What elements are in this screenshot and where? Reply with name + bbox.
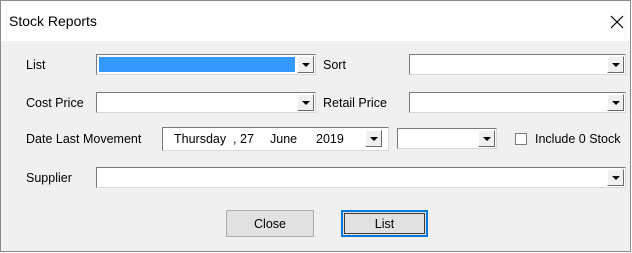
supplier-dropdown-button[interactable] bbox=[607, 169, 624, 186]
chevron-down-icon bbox=[483, 137, 491, 141]
close-button[interactable]: Close bbox=[226, 210, 314, 237]
list-button[interactable]: List bbox=[341, 210, 428, 237]
chevron-down-icon bbox=[370, 137, 378, 141]
date-weekday[interactable]: Thursday bbox=[174, 132, 226, 146]
date-month[interactable]: June bbox=[270, 132, 297, 146]
date-separator: , bbox=[233, 132, 237, 146]
chevron-down-icon bbox=[612, 63, 620, 67]
cost-price-combobox[interactable] bbox=[96, 92, 316, 113]
retail-price-dropdown-button[interactable] bbox=[607, 94, 624, 111]
close-button-label: Close bbox=[254, 216, 286, 231]
supplier-label: Supplier bbox=[26, 171, 72, 185]
date-day[interactable]: 27 bbox=[240, 132, 254, 146]
sort-label: Sort bbox=[323, 58, 346, 72]
date-last-movement-picker[interactable]: Thursday , 27 June 2019 bbox=[162, 127, 389, 151]
retail-price-label: Retail Price bbox=[323, 96, 387, 110]
close-icon[interactable] bbox=[610, 15, 624, 29]
include-zero-stock-checkbox[interactable] bbox=[515, 133, 527, 145]
stock-reports-dialog: Stock Reports List Sort Cost Price Retai… bbox=[0, 0, 631, 252]
list-button-label: List bbox=[374, 216, 395, 231]
date-option-dropdown-button[interactable] bbox=[478, 130, 495, 147]
include-zero-stock-label: Include 0 Stock bbox=[535, 132, 621, 146]
list-selection-highlight bbox=[99, 57, 295, 72]
cost-price-label: Cost Price bbox=[26, 96, 84, 110]
window-title: Stock Reports bbox=[9, 13, 97, 29]
retail-price-combobox[interactable] bbox=[409, 92, 626, 113]
chevron-down-icon bbox=[302, 101, 310, 105]
list-dropdown-button[interactable] bbox=[297, 56, 314, 73]
title-bar: Stock Reports bbox=[1, 1, 630, 41]
supplier-combobox[interactable] bbox=[96, 167, 626, 188]
chevron-down-icon bbox=[302, 63, 310, 67]
chevron-down-icon bbox=[612, 101, 620, 105]
date-option-combobox[interactable] bbox=[397, 128, 497, 149]
chevron-down-icon bbox=[612, 176, 620, 180]
date-last-movement-label: Date Last Movement bbox=[26, 132, 142, 146]
sort-dropdown-button[interactable] bbox=[607, 56, 624, 73]
cost-price-dropdown-button[interactable] bbox=[297, 94, 314, 111]
date-year[interactable]: 2019 bbox=[316, 132, 344, 146]
date-dropdown-button[interactable] bbox=[365, 130, 382, 147]
list-combobox[interactable] bbox=[96, 54, 316, 75]
list-label: List bbox=[26, 58, 46, 72]
sort-combobox[interactable] bbox=[409, 54, 626, 75]
